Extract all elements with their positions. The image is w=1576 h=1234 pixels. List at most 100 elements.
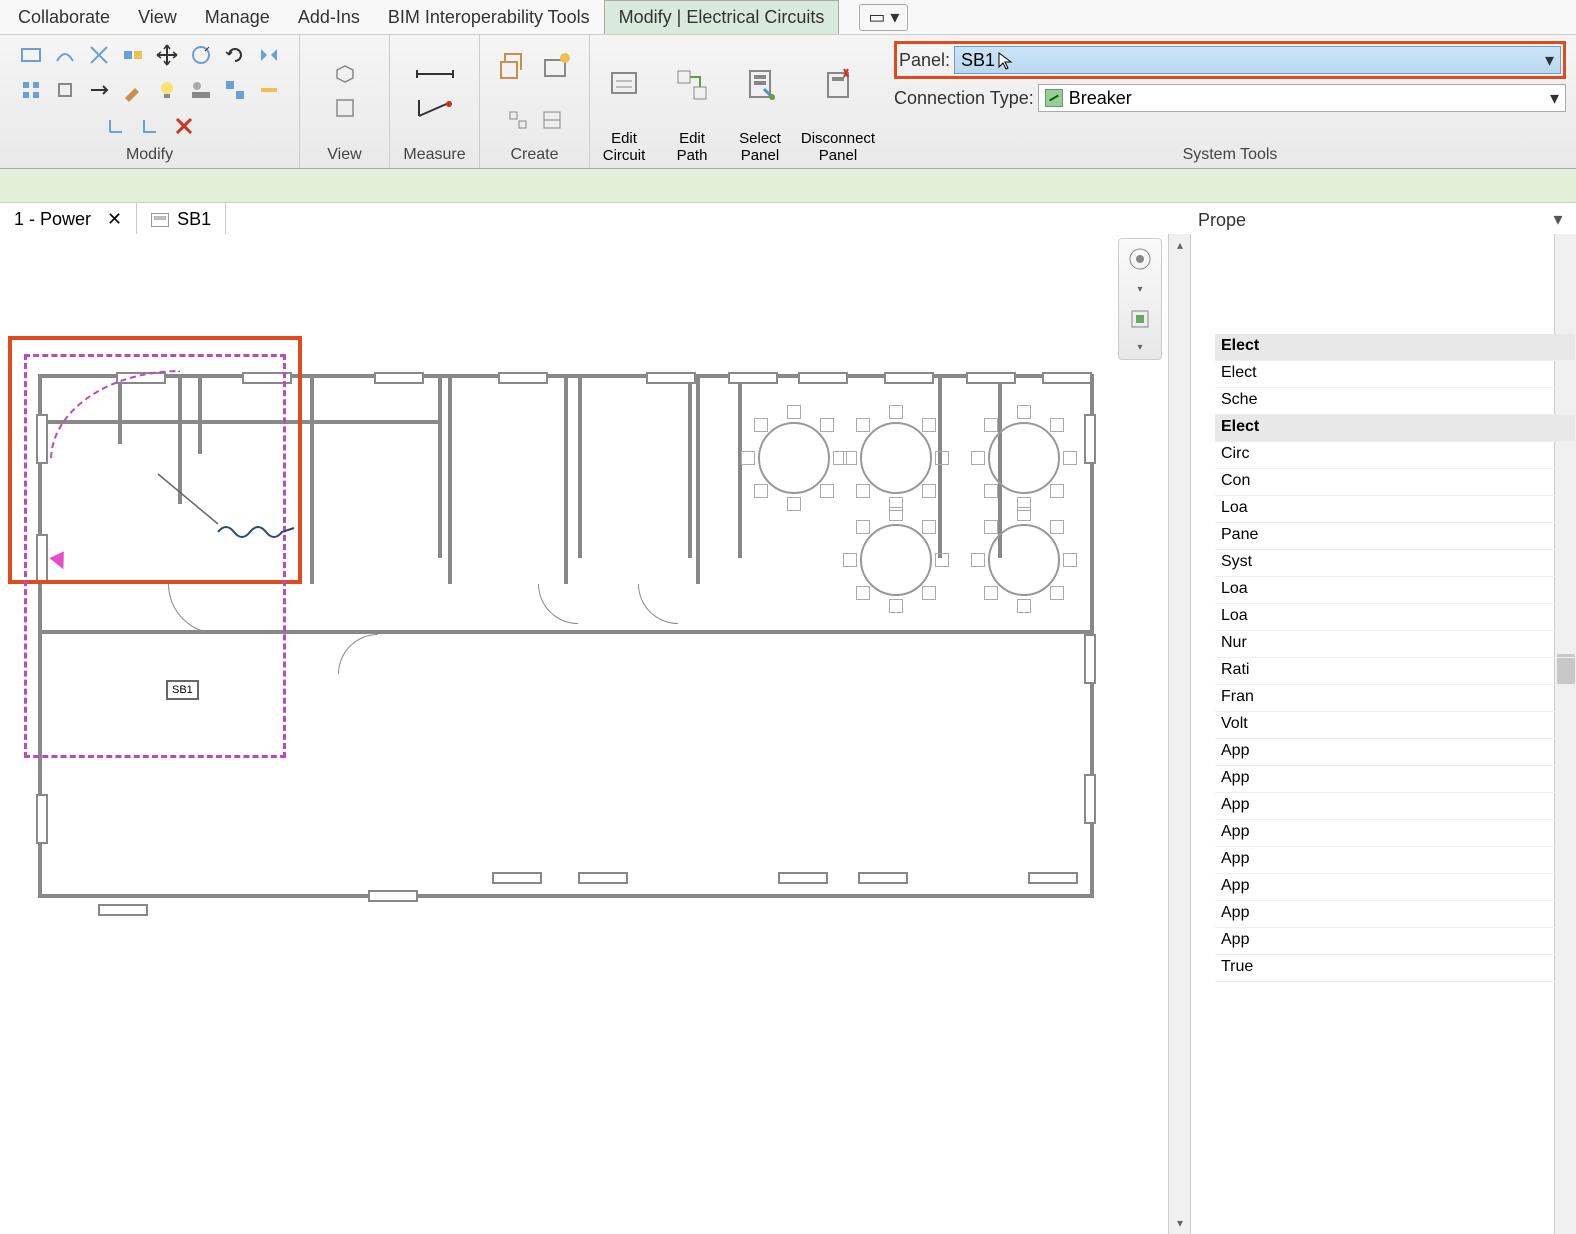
scroll-up-icon[interactable]: ▴ — [1169, 234, 1190, 256]
chair — [1017, 405, 1031, 419]
drawing-canvas[interactable]: ▾ ▾ ▴ ▾ — [0, 234, 1190, 1234]
chair — [856, 484, 870, 498]
view-tab-power[interactable]: 1 - Power ✕ — [0, 203, 137, 236]
property-row[interactable]: App — [1215, 928, 1575, 955]
cursor-icon — [997, 51, 1013, 71]
scroll-down-icon[interactable]: ▾ — [1169, 1212, 1190, 1234]
connection-type-dropdown[interactable]: Breaker — [1038, 84, 1566, 112]
close-icon[interactable]: ✕ — [107, 209, 122, 230]
rotate-tool-icon[interactable] — [220, 40, 250, 70]
panel-selector-row: Panel: SB1 — [894, 41, 1566, 79]
property-row[interactable]: Loa — [1215, 604, 1575, 631]
property-row[interactable]: App — [1215, 901, 1575, 928]
demolish-tool-icon[interactable] — [186, 75, 216, 105]
menu-collaborate[interactable]: Collaborate — [4, 1, 124, 34]
menu-bim-interop[interactable]: BIM Interoperability Tools — [374, 1, 604, 34]
trim-tool-icon[interactable] — [84, 75, 114, 105]
mirror-tool-icon[interactable] — [254, 40, 284, 70]
view-3d-icon[interactable] — [330, 59, 360, 89]
edit-path-button[interactable]: Edit Path — [658, 35, 726, 168]
menu-view[interactable]: View — [124, 1, 191, 34]
menu-addins[interactable]: Add-Ins — [284, 1, 374, 34]
align-tool-icon[interactable] — [16, 75, 46, 105]
join-tool-icon[interactable] — [118, 40, 148, 70]
property-row[interactable]: Loa — [1215, 577, 1575, 604]
select-panel-button[interactable]: Select Panel — [726, 35, 794, 168]
delete-tool-icon[interactable] — [169, 111, 199, 141]
property-row[interactable]: App — [1215, 847, 1575, 874]
create-similar-icon[interactable] — [503, 105, 533, 135]
scale-tool-icon[interactable] — [101, 111, 131, 141]
ribbon-group-view: View — [300, 35, 390, 168]
paint-tool-icon[interactable] — [118, 75, 148, 105]
chair — [787, 405, 801, 419]
property-row[interactable]: App — [1215, 766, 1575, 793]
system-tools-buttons: Edit Circuit Edit Path Select Panel Disc… — [590, 35, 882, 168]
split-tool-icon[interactable] — [50, 75, 80, 105]
navigation-cube[interactable]: ▾ ▾ — [1118, 238, 1162, 360]
property-row[interactable]: Elect — [1215, 361, 1575, 388]
steering-wheel-icon — [1128, 307, 1152, 331]
menu-overflow-icon[interactable]: ▭ ▾ — [859, 4, 908, 31]
connection-type-row: Connection Type: Breaker — [894, 79, 1566, 117]
tab-list-dropdown-icon[interactable]: ▾ — [1546, 208, 1570, 232]
create-group-icon[interactable] — [537, 46, 577, 86]
measure-dimension-icon[interactable] — [407, 59, 463, 89]
chair — [856, 418, 870, 432]
property-row[interactable]: Circ — [1215, 442, 1575, 469]
chair — [856, 520, 870, 534]
chair — [754, 418, 768, 432]
view-plan-icon[interactable] — [330, 93, 360, 123]
chair — [843, 553, 857, 567]
property-row[interactable]: Loa — [1215, 496, 1575, 523]
property-row[interactable]: App — [1215, 820, 1575, 847]
property-row[interactable]: Syst — [1215, 550, 1575, 577]
menu-manage[interactable]: Manage — [191, 1, 284, 34]
property-group-header: Elect — [1215, 334, 1575, 361]
cope-tool-icon[interactable] — [50, 40, 80, 70]
properties-panel: ElectElectScheElectCircConLoaPaneSystLoa… — [1190, 234, 1576, 1234]
property-row[interactable]: True — [1215, 955, 1575, 982]
menu-bar: Collaborate View Manage Add-Ins BIM Inte… — [0, 0, 1576, 34]
property-row[interactable]: App — [1215, 739, 1575, 766]
canvas-vertical-scrollbar[interactable]: ▴ ▾ — [1168, 234, 1190, 1234]
chair — [984, 418, 998, 432]
chair — [1017, 507, 1031, 521]
array-tool-icon[interactable] — [220, 75, 250, 105]
measure-angle-icon[interactable] — [407, 93, 463, 123]
ribbon-group-system-tools-label: System Tools — [894, 142, 1566, 164]
modify-tool-icon[interactable] — [16, 40, 46, 70]
chair — [935, 451, 949, 465]
light-tool-icon[interactable] — [152, 75, 182, 105]
pin-tool-icon[interactable] — [254, 75, 284, 105]
unpin-tool-icon[interactable] — [135, 111, 165, 141]
chair — [922, 586, 936, 600]
property-row[interactable]: Rati — [1215, 658, 1575, 685]
property-row[interactable]: App — [1215, 793, 1575, 820]
property-row[interactable]: App — [1215, 874, 1575, 901]
chair — [984, 520, 998, 534]
panel-sb1-symbol[interactable]: SB1 — [166, 680, 199, 700]
navcube-options-icon[interactable]: ▾ — [1137, 342, 1142, 353]
chair — [922, 520, 936, 534]
disconnect-panel-button[interactable]: Disconnect Panel — [794, 35, 882, 168]
edit-circuit-button[interactable]: Edit Circuit — [590, 35, 658, 168]
cut-tool-icon[interactable] — [84, 40, 114, 70]
menu-modify-electrical[interactable]: Modify | Electrical Circuits — [604, 0, 840, 34]
chair — [984, 484, 998, 498]
offset-tool-icon[interactable] — [186, 40, 216, 70]
navcube-dropdown-icon[interactable]: ▾ — [1137, 284, 1142, 295]
property-row[interactable]: Volt — [1215, 712, 1575, 739]
create-component-icon[interactable] — [493, 46, 533, 86]
move-tool-icon[interactable] — [152, 40, 182, 70]
create-assembly-icon[interactable] — [537, 105, 567, 135]
property-row[interactable]: Con — [1215, 469, 1575, 496]
property-row[interactable]: Sche — [1215, 388, 1575, 415]
chair — [922, 484, 936, 498]
property-row[interactable]: Fran — [1215, 685, 1575, 712]
chair — [889, 599, 903, 613]
property-row[interactable]: Pane — [1215, 523, 1575, 550]
view-tab-sb1[interactable]: SB1 — [137, 203, 226, 236]
property-row[interactable]: Nur — [1215, 631, 1575, 658]
panel-dropdown[interactable]: SB1 — [954, 46, 1561, 74]
